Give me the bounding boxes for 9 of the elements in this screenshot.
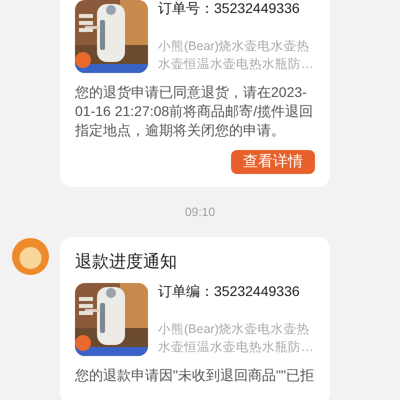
view-details-button[interactable]: 查看详情 — [231, 150, 315, 174]
message-text: 您的退款申请因"未收到退回商品""已拒 — [75, 366, 315, 385]
card-title: 退款进度通知 — [75, 252, 178, 272]
product-name: 小熊(Bear)烧水壶电水壶热水壶恒温水壶电热水瓶防… — [158, 38, 314, 73]
order-number: 订单号：35232449336 — [158, 0, 301, 17]
timestamp: 09:10 — [184, 205, 216, 219]
order-number: 订单编：35232449336 — [158, 283, 301, 300]
product-name: 小熊(Bear)烧水壶电水壶热水壶恒温水壶电热水瓶防… — [158, 321, 314, 356]
message-text: 您的退货申请已同意退货，请在2023-01-16 21:27:08前将商品邮寄/揽件退回指定地点，逾期将关闭您的申请。 — [75, 83, 314, 140]
